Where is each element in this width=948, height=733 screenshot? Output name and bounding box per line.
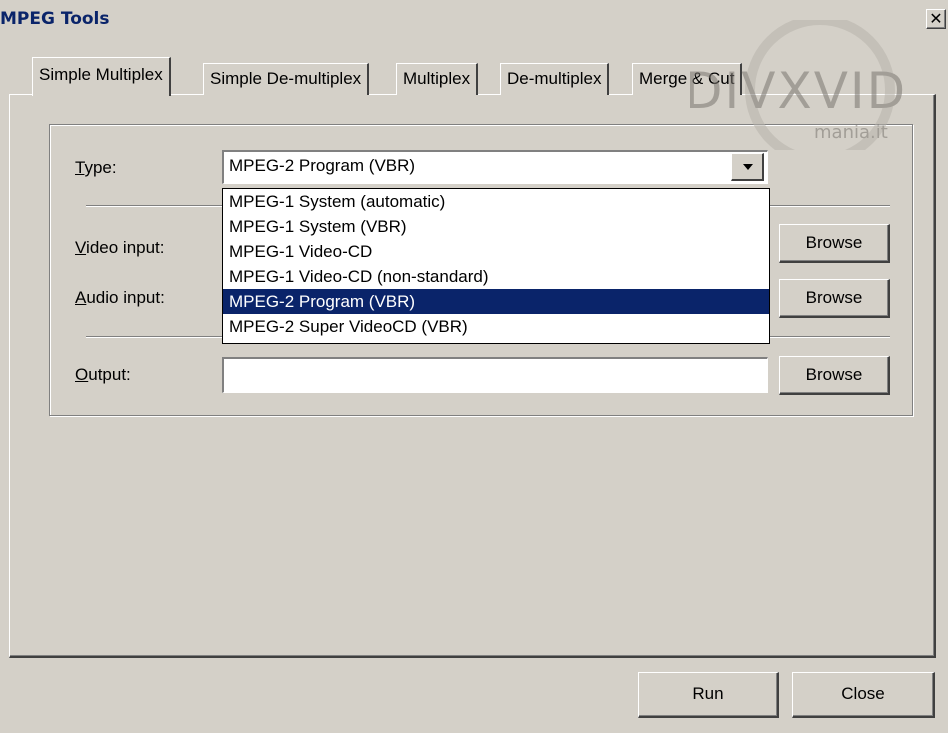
type-label: Type: xyxy=(75,158,117,177)
title-bar xyxy=(0,0,948,38)
close-button[interactable]: Close xyxy=(792,672,935,718)
dropdown-option[interactable]: MPEG-2 Super VideoCD (VBR) xyxy=(223,314,769,339)
window-title: MPEG Tools xyxy=(0,9,110,29)
output-browse-button[interactable]: Browse xyxy=(779,356,890,395)
output-field[interactable] xyxy=(222,357,768,393)
tab-multiplex[interactable]: Multiplex xyxy=(396,63,479,95)
tab-merge-cut[interactable]: Merge & Cut xyxy=(632,63,743,95)
type-dropdown-list: MPEG-1 System (automatic) MPEG-1 System … xyxy=(222,188,770,344)
audio-input-label: Audio input: xyxy=(75,288,165,307)
run-button[interactable]: Run xyxy=(638,672,779,718)
chevron-down-icon xyxy=(743,164,753,170)
close-window-button[interactable]: ✕ xyxy=(926,9,946,29)
dropdown-option[interactable]: MPEG-1 Video-CD (non-standard) xyxy=(223,264,769,289)
video-input-label: Video input: xyxy=(75,238,165,257)
type-select-dropdown-button[interactable] xyxy=(731,153,764,181)
dropdown-option[interactable]: MPEG-1 System (VBR) xyxy=(223,214,769,239)
dropdown-option[interactable]: MPEG-1 System (automatic) xyxy=(223,189,769,214)
dropdown-option[interactable]: MPEG-1 Video-CD xyxy=(223,239,769,264)
output-label: Output: xyxy=(75,365,131,384)
type-select[interactable]: MPEG-2 Program (VBR) xyxy=(222,150,768,184)
audio-browse-button[interactable]: Browse xyxy=(779,279,890,318)
tab-simple-demultiplex[interactable]: Simple De-multiplex xyxy=(203,63,370,95)
tab-simple-multiplex[interactable]: Simple Multiplex xyxy=(32,57,171,96)
tab-demultiplex[interactable]: De-multiplex xyxy=(500,63,610,95)
dropdown-option-selected[interactable]: MPEG-2 Program (VBR) xyxy=(223,289,769,314)
video-browse-button[interactable]: Browse xyxy=(779,224,890,263)
